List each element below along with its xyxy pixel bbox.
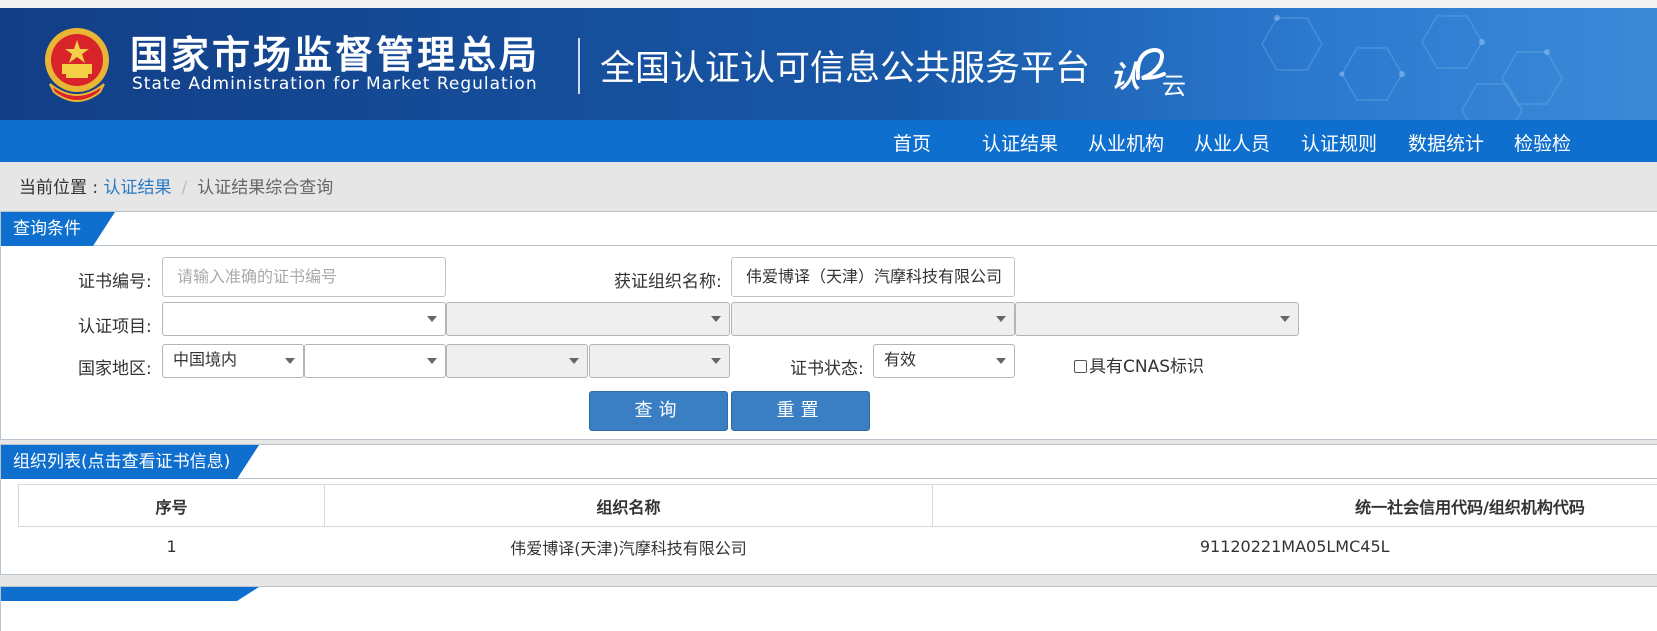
cert-item-label: 认证项目: (78, 317, 152, 337)
query-panel-header: 查询条件 (1, 212, 1657, 246)
nav-item-institutions[interactable]: 从业机构 (1088, 129, 1164, 156)
region-select-province[interactable] (304, 344, 446, 378)
nav-item-statistics[interactable]: 数据统计 (1408, 129, 1484, 156)
cert-item-select-4[interactable] (1015, 302, 1299, 336)
column-header-org-name: 组织名称 (324, 484, 933, 527)
status-select-value: 有效 (884, 350, 917, 369)
cert-no-label: 证书编号: (78, 272, 152, 292)
cnas-checkbox-wrap[interactable]: 具有CNAS标识 (1074, 352, 1204, 377)
status-label: 证书状态: (790, 359, 864, 379)
org-list-table: 序号 组织名称 统一社会信用代码/组织机构代码 1 伟爱博译(天津)汽摩科技有限… (17, 484, 1657, 567)
status-select[interactable]: 有效 (873, 344, 1015, 378)
banner-divider (578, 38, 580, 94)
logo-char-yun: 云 (1162, 72, 1186, 100)
chevron-down-icon (996, 316, 1006, 322)
org-list-panel-header: 组织列表(点击查看证书信息) (1, 445, 1657, 479)
search-button[interactable]: 查询 (589, 391, 728, 431)
region-select-country[interactable]: 中国境内 (162, 344, 304, 378)
column-header-index: 序号 (17, 484, 326, 527)
nav-item-personnel[interactable]: 从业人员 (1194, 129, 1270, 156)
credit-code-header-text: 统一社会信用代码/组织机构代码 (1355, 497, 1585, 517)
row-index: 1 (166, 537, 177, 557)
chevron-down-icon (711, 316, 721, 322)
cert-no-input[interactable]: 请输入准确的证书编号 (162, 257, 446, 297)
cert-item-select-1[interactable] (162, 302, 446, 336)
table-header-row: 序号 组织名称 统一社会信用代码/组织机构代码 (17, 484, 1657, 527)
nav-item-cert-results[interactable]: 认证结果 (982, 129, 1058, 156)
cnas-checkbox-label: 具有CNAS标识 (1089, 357, 1205, 377)
org-list-title: 组织列表(点击查看证书信息) (1, 445, 259, 479)
region-select-value: 中国境内 (173, 350, 238, 369)
breadcrumb-link-cert-results[interactable]: 认证结果 (104, 178, 172, 198)
row-org-name[interactable]: 伟爱博译(天津)汽摩科技有限公司 (325, 527, 933, 567)
region-select-district[interactable] (589, 344, 730, 378)
chevron-down-icon (427, 358, 437, 364)
agency-name-cn: 国家市场监督管理总局 (130, 33, 541, 77)
column-header-credit-code: 统一社会信用代码/组织机构代码 (931, 484, 1657, 527)
org-name-label: 获证组织名称: (614, 272, 722, 292)
platform-title: 全国认证认可信息公共服务平台 (600, 49, 1091, 89)
renzheng-cloud-logo: 认 云 (1110, 44, 1190, 100)
region-label: 国家地区: (78, 359, 152, 379)
cert-item-select-3[interactable] (731, 302, 1015, 336)
hexagon-pattern-icon (1261, 15, 1563, 120)
chevron-down-icon (285, 358, 295, 364)
chevron-down-icon (996, 358, 1006, 364)
chevron-down-icon (711, 358, 721, 364)
breadcrumb-current: 认证结果综合查询 (197, 178, 334, 198)
nav-item-inspection[interactable]: 检验检 (1514, 129, 1571, 156)
cnas-checkbox[interactable] (1074, 360, 1087, 373)
cert-item-select-2[interactable] (446, 302, 730, 336)
cert-list-panel (0, 586, 1657, 631)
org-name-input[interactable]: 伟爱博译（天津）汽摩科技有限公司 (731, 257, 1015, 297)
row-credit-code: 91120221MA05LMC45L (932, 527, 1657, 567)
breadcrumb: 当前位置 : 认证结果 / 认证结果综合查询 (19, 173, 333, 198)
credit-code-value: 91120221MA05LMC45L (1199, 537, 1390, 557)
agency-name-en: State Administration for Market Regulati… (132, 74, 538, 94)
main-nav: 首页 认证结果 从业机构 从业人员 认证规则 数据统计 检验检 (0, 120, 1657, 162)
chevron-down-icon (1280, 316, 1290, 322)
national-emblem-icon (45, 28, 109, 102)
query-panel-title: 查询条件 (1, 212, 115, 246)
top-strip (0, 0, 1657, 8)
cert-list-panel-tab (1, 587, 259, 601)
nav-item-home[interactable]: 首页 (893, 129, 931, 156)
reset-button[interactable]: 重置 (731, 391, 870, 431)
region-select-city[interactable] (446, 344, 588, 378)
nav-item-rules[interactable]: 认证规则 (1301, 129, 1377, 156)
table-row[interactable]: 1 伟爱博译(天津)汽摩科技有限公司 91120221MA05LMC45L (19, 527, 1657, 567)
breadcrumb-prefix: 当前位置 : (19, 178, 104, 198)
chevron-down-icon (569, 358, 579, 364)
breadcrumb-separator: / (181, 178, 188, 198)
site-banner: 国家市场监督管理总局 State Administration for Mark… (0, 8, 1657, 120)
chevron-down-icon (427, 316, 437, 322)
